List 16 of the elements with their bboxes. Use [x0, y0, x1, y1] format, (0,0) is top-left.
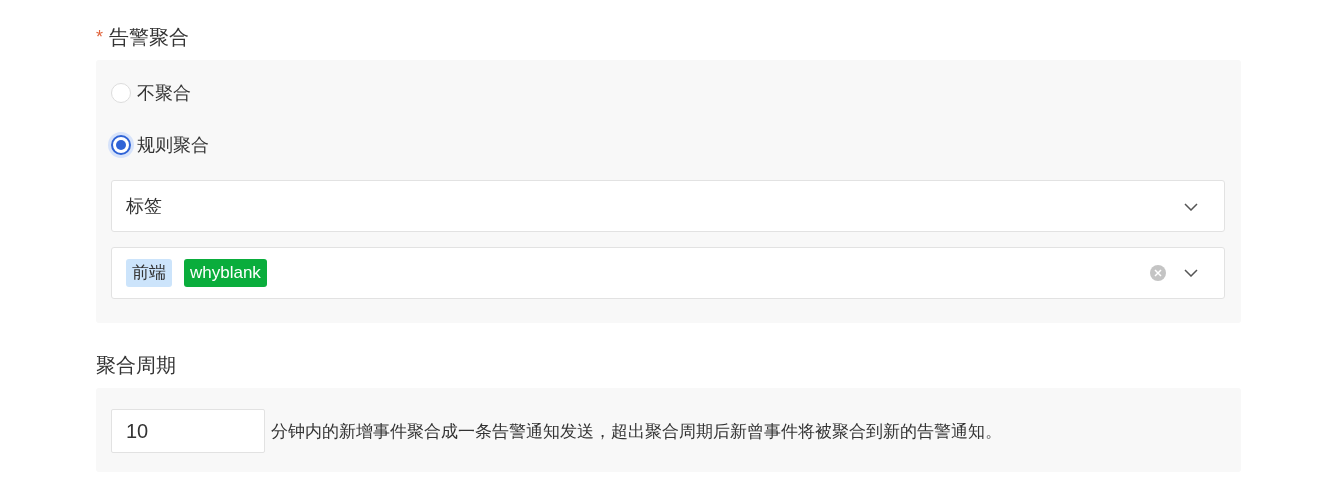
section-label: 聚合周期 [96, 352, 176, 378]
section-label: 告警聚合 [109, 24, 189, 50]
chevron-down-icon [1184, 269, 1198, 277]
period-input[interactable]: 10 [111, 409, 265, 453]
dropdown-value: 标签 [126, 195, 163, 218]
tag: whyblank [184, 259, 267, 287]
radio-button[interactable] [111, 135, 131, 155]
chevron-down-icon [1184, 203, 1198, 211]
radio-option[interactable]: 规则聚合 [111, 133, 209, 157]
tag: 前端 [126, 259, 172, 287]
period-description: 分钟内的新增事件聚合成一条告警通知发送，超出聚合周期后新曾事件将被聚合到新的告警通知。 [271, 420, 1002, 443]
clear-icon[interactable] [1150, 265, 1166, 281]
radio-option[interactable]: 不聚合 [111, 81, 191, 105]
required-mark: * [96, 26, 103, 48]
tag-select[interactable]: 前端 whyblank [111, 247, 1225, 299]
dropdown-select[interactable]: 标签 [111, 180, 1225, 232]
